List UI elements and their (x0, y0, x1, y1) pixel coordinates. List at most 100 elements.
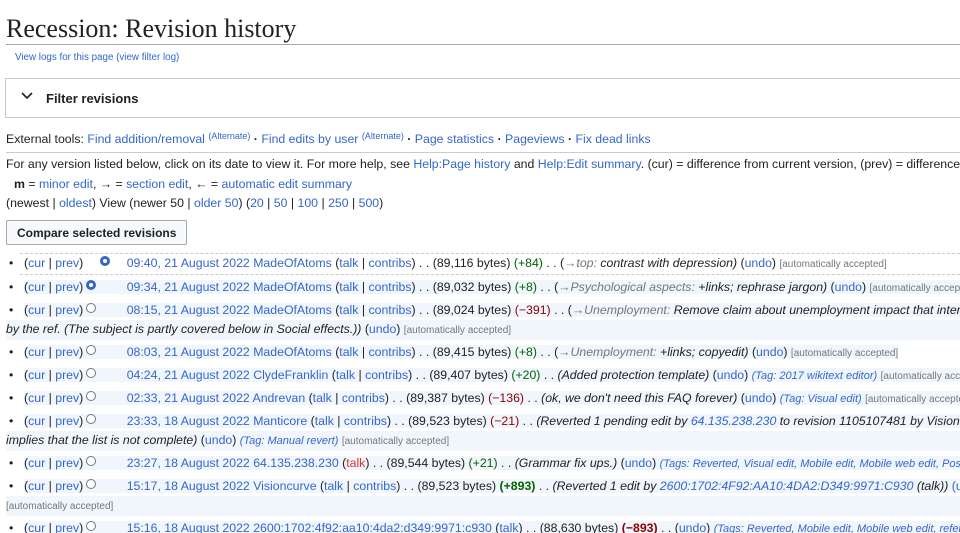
pageviews-link[interactable]: Pageviews (505, 132, 564, 146)
undo-link[interactable]: undo (756, 345, 783, 359)
user-link[interactable]: MadeOfAtoms (253, 256, 332, 270)
revision-date-link[interactable]: 08:03, 21 August 2022 (127, 345, 250, 359)
page-statistics-link[interactable]: Page statistics (415, 132, 494, 146)
cur-link[interactable]: cur (28, 521, 45, 533)
cur-link[interactable]: cur (28, 345, 45, 359)
user-contribs-link[interactable]: contribs (365, 368, 408, 382)
prev-link[interactable]: prev (55, 280, 79, 294)
revision-date-link[interactable]: 15:16, 18 August 2022 (127, 521, 250, 533)
section-link[interactable]: →Psychological aspects: (558, 280, 695, 294)
cur-link[interactable]: cur (28, 391, 45, 405)
user-talk-link[interactable]: talk (339, 256, 358, 270)
summary-user-link[interactable]: 2600:1702:4F92:AA10:4DA2:D349:9971:C930 (660, 479, 914, 493)
limit-500-link[interactable]: 500 (359, 196, 380, 210)
user-contribs-link[interactable]: contribs (368, 256, 411, 270)
revision-date-link[interactable]: 09:34, 21 August 2022 (127, 280, 250, 294)
cur-link[interactable]: cur (28, 368, 45, 382)
revision-date-link[interactable]: 23:33, 18 August 2022 (127, 414, 250, 428)
limit-50-link[interactable]: 50 (274, 196, 288, 210)
revision-date-link[interactable]: 08:15, 21 August 2022 (127, 303, 250, 317)
undo-link[interactable]: undo (835, 280, 862, 294)
filter-revisions-toggle[interactable]: Filter revisions (5, 78, 960, 118)
find-addition-link[interactable]: Find addition/removal (87, 132, 205, 146)
user-link[interactable]: Manticore (253, 414, 307, 428)
user-talk-link[interactable]: talk (336, 368, 355, 382)
prev-link[interactable]: prev (55, 414, 79, 428)
oldid-radio[interactable] (86, 391, 97, 401)
revision-date-link[interactable]: 02:33, 21 August 2022 (127, 391, 250, 405)
user-talk-link[interactable]: talk (339, 303, 358, 317)
section-edit-link[interactable]: section edit (126, 177, 188, 191)
undo-link[interactable]: undo (717, 368, 744, 382)
oldid-radio[interactable] (86, 414, 97, 424)
undo-link[interactable]: undo (679, 521, 706, 533)
user-contribs-link[interactable]: contribs (368, 345, 411, 359)
automatic-summary-link[interactable]: automatic edit summary (222, 177, 353, 191)
user-contribs-link[interactable]: contribs (342, 391, 385, 405)
prev-link[interactable]: prev (55, 303, 79, 317)
help-page-history-link[interactable]: Help:Page history (413, 157, 510, 171)
prev-link[interactable]: prev (55, 391, 79, 405)
minor-edit-link[interactable]: minor edit (39, 177, 93, 191)
user-talk-link[interactable]: talk (339, 280, 358, 294)
undo-link[interactable]: undo (625, 456, 652, 470)
prev-link[interactable]: prev (55, 256, 79, 270)
prev-link[interactable]: prev (55, 479, 79, 493)
user-link[interactable]: Andrevan (253, 391, 306, 405)
user-talk-link[interactable]: talk (324, 479, 343, 493)
user-contribs-link[interactable]: contribs (368, 303, 411, 317)
revision-tags[interactable]: (Tags: Reverted, Visual edit, Mobile edi… (660, 458, 960, 470)
oldid-radio[interactable] (86, 479, 97, 489)
cur-link[interactable]: cur (28, 456, 45, 470)
prev-link[interactable]: prev (55, 345, 79, 359)
cur-link[interactable]: cur (28, 256, 45, 270)
view-logs-link[interactable]: View logs for this page (15, 52, 113, 63)
undo-link[interactable]: (und (952, 479, 960, 493)
revision-date-link[interactable]: 09:40, 21 August 2022 (127, 256, 250, 270)
user-contribs-link[interactable]: contribs (344, 414, 387, 428)
prev-link[interactable]: prev (55, 521, 79, 533)
user-talk-link[interactable]: talk (315, 414, 334, 428)
cur-link[interactable]: cur (28, 280, 45, 294)
user-talk-link[interactable]: talk (499, 521, 518, 533)
older-50-link[interactable]: older 50 (194, 196, 238, 210)
oldest-link[interactable]: oldest (59, 196, 92, 210)
oldid-radio[interactable] (86, 345, 97, 355)
prev-link[interactable]: prev (55, 456, 79, 470)
user-link[interactable]: MadeOfAtoms (253, 280, 332, 294)
compare-selected-revisions-button[interactable]: Compare selected revisions (6, 220, 188, 245)
alternate-link-1[interactable]: (Alternate) (208, 131, 250, 141)
diff-radio[interactable] (100, 256, 111, 266)
alternate-link-2[interactable]: (Alternate) (362, 131, 404, 141)
undo-link[interactable]: undo (745, 256, 772, 270)
oldid-radio[interactable] (86, 280, 97, 290)
limit-100-link[interactable]: 100 (298, 196, 319, 210)
user-contribs-link[interactable]: contribs (368, 280, 411, 294)
undo-link[interactable]: undo (369, 322, 396, 336)
oldid-radio[interactable] (86, 368, 97, 378)
undo-link[interactable]: undo (745, 391, 772, 405)
user-link[interactable]: MadeOfAtoms (253, 345, 332, 359)
user-talk-link[interactable]: talk (346, 456, 365, 470)
user-talk-link[interactable]: talk (313, 391, 332, 405)
summary-user-link[interactable]: 64.135.238.230 (691, 414, 776, 428)
section-link[interactable]: →Unemployment: (572, 303, 670, 317)
revision-tags[interactable]: (Tag: Visual edit) (780, 393, 862, 405)
user-talk-link[interactable]: talk (339, 345, 358, 359)
user-link[interactable]: 2600:1702:4f92:aa10:4da2:d349:9971:c930 (253, 521, 492, 533)
undo-link[interactable]: undo (205, 433, 232, 447)
user-link[interactable]: Visioncurve (253, 479, 316, 493)
find-edits-by-user-link[interactable]: Find edits by user (261, 132, 358, 146)
help-edit-summary-link[interactable]: Help:Edit summary (538, 157, 641, 171)
limit-20-link[interactable]: 20 (250, 196, 264, 210)
cur-link[interactable]: cur (28, 303, 45, 317)
user-link[interactable]: 64.135.238.230 (253, 456, 338, 470)
oldid-radio[interactable] (86, 303, 97, 313)
oldid-radio[interactable] (86, 521, 97, 531)
user-link[interactable]: MadeOfAtoms (253, 303, 332, 317)
section-link[interactable]: →top: (564, 256, 597, 270)
section-link[interactable]: →Unemployment: (558, 345, 656, 359)
user-contribs-link[interactable]: contribs (353, 479, 396, 493)
prev-link[interactable]: prev (55, 368, 79, 382)
revision-tags[interactable]: (Tag: Manual revert) (240, 435, 339, 447)
